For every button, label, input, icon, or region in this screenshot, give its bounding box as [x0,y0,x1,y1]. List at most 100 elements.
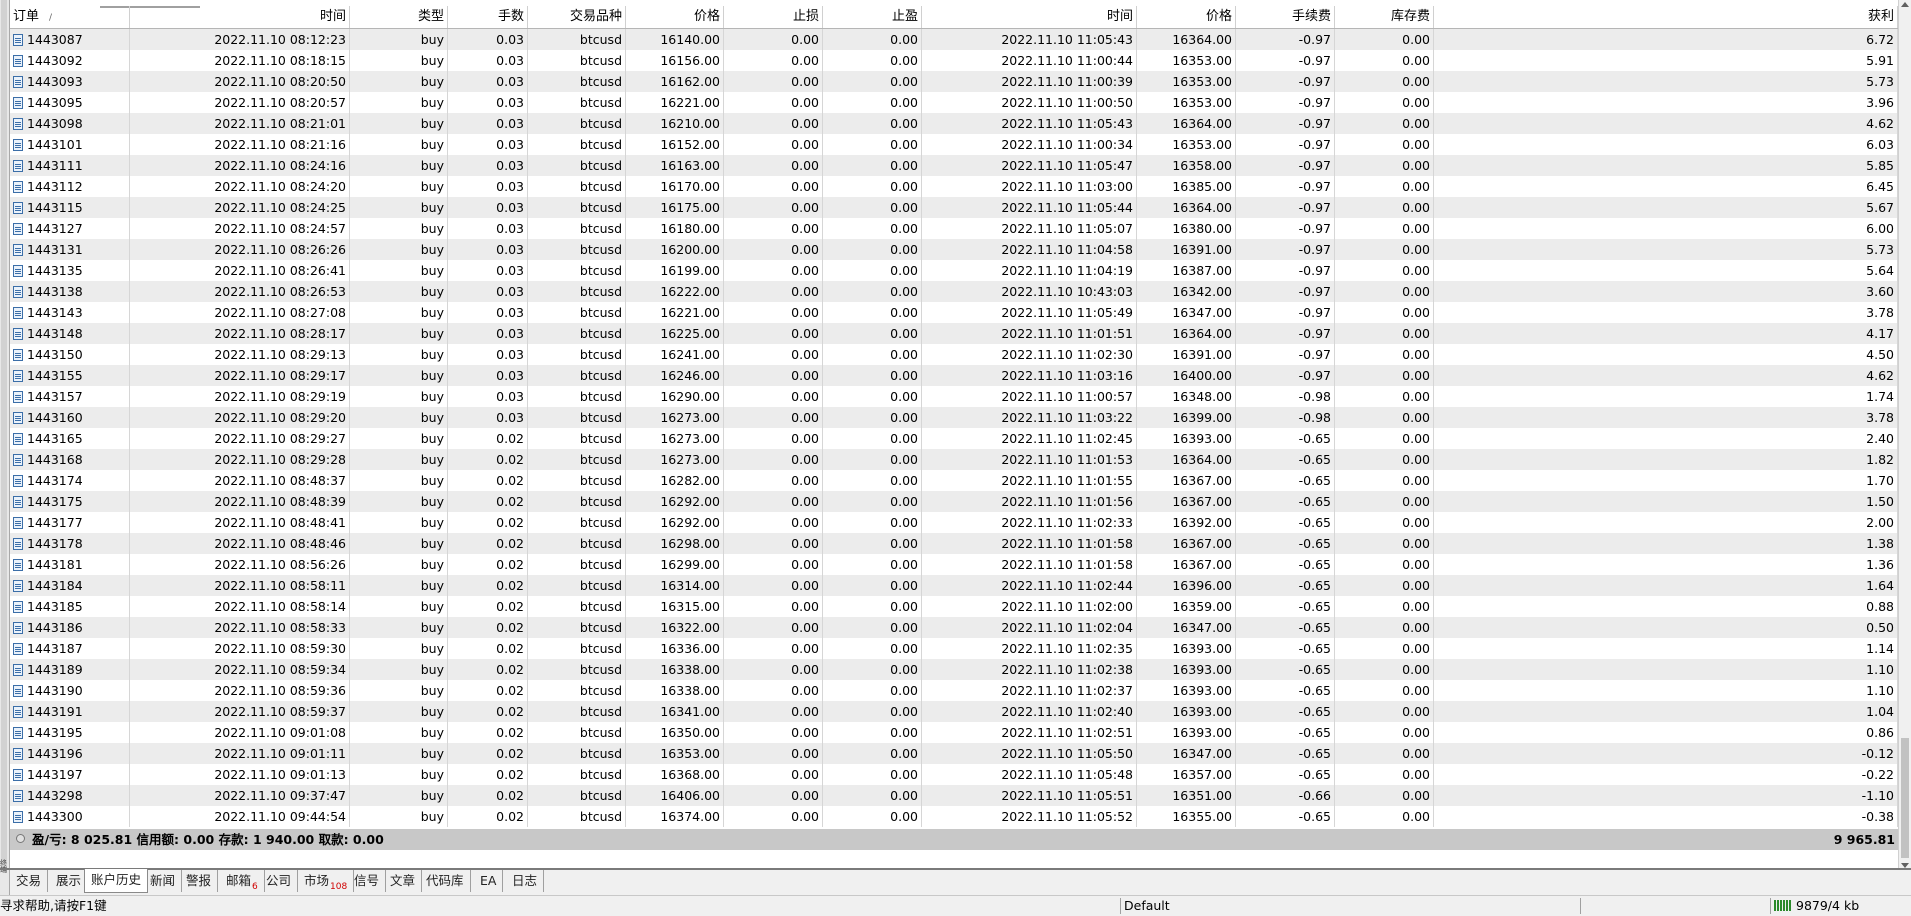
column-header-tp[interactable]: 止盈 [823,6,922,28]
table-row[interactable]: 1443165 2022.11.10 08:29:27 buy 0.02 btcusd 1… [10,428,1898,449]
cell-close-time: 2022.11.10 11:02:00 [922,596,1137,617]
terminal-side-strip-handle[interactable] [1,0,7,870]
scroll-up-icon[interactable] [1901,2,1909,7]
table-row[interactable]: 1443177 2022.11.10 08:48:41 buy 0.02 btcusd 1… [10,512,1898,533]
column-header-open-time[interactable]: 时间 [130,6,350,28]
cell-value: 0.00 [1402,242,1430,257]
table-row[interactable]: 1443298 2022.11.10 09:37:47 buy 0.02 btcusd 1… [10,785,1898,806]
cell-value: buy [420,389,444,404]
table-row[interactable]: 1443150 2022.11.10 08:29:13 buy 0.03 btcusd 1… [10,344,1898,365]
tab-12[interactable]: EA [474,870,504,892]
tab-label: 信号 [354,873,380,888]
tab-5[interactable]: 警报 [180,870,219,892]
table-row[interactable]: 1443300 2022.11.10 09:44:54 buy 0.02 btcusd 1… [10,806,1898,827]
table-row[interactable]: 1443148 2022.11.10 08:28:17 buy 0.03 btcusd 1… [10,323,1898,344]
table-row[interactable]: 1443093 2022.11.10 08:20:50 buy 0.03 btcusd 1… [10,71,1898,92]
table-row[interactable]: 1443160 2022.11.10 08:29:20 buy 0.03 btcusd 1… [10,407,1898,428]
tab-11[interactable]: 代码库 [420,870,471,892]
table-row[interactable]: 1443191 2022.11.10 08:59:37 buy 0.02 btcusd 1… [10,701,1898,722]
column-header-lots[interactable]: 手数 [448,6,528,28]
tab-13[interactable]: 日志 [506,870,545,892]
table-row[interactable]: 1443178 2022.11.10 08:48:46 buy 0.02 btcusd 1… [10,533,1898,554]
tab-3[interactable]: 账户历史 [84,869,149,893]
cell-close-price: 16359.00 [1137,596,1236,617]
column-header-close-time[interactable]: 时间 [922,6,1137,28]
column-header-profit[interactable]: 获利 [1434,6,1898,28]
cell-close-price: 16367.00 [1137,491,1236,512]
table-row[interactable]: 1443138 2022.11.10 08:26:53 buy 0.03 btcusd 1… [10,281,1898,302]
cell-open-time: 2022.11.10 08:59:36 [130,680,350,701]
table-row[interactable]: 1443186 2022.11.10 08:58:33 buy 0.02 btcusd 1… [10,617,1898,638]
table-row[interactable]: 1443174 2022.11.10 08:48:37 buy 0.02 btcusd 1… [10,470,1898,491]
table-row[interactable]: 1443187 2022.11.10 08:59:30 buy 0.02 btcusd 1… [10,638,1898,659]
column-header-swap[interactable]: 库存费 [1335,6,1434,28]
table-row[interactable]: 1443197 2022.11.10 09:01:13 buy 0.02 btcusd 1… [10,764,1898,785]
vertical-scrollbar[interactable] [1898,0,1911,870]
table-row[interactable]: 1443087 2022.11.10 08:12:23 buy 0.03 btcusd 1… [10,29,1898,50]
cell-value: 1443157 [27,389,83,404]
column-header-order[interactable]: 订单 / [10,6,130,28]
table-row[interactable]: 1443115 2022.11.10 08:24:25 buy 0.03 btcusd 1… [10,197,1898,218]
cell-lots: 0.03 [448,323,528,344]
cell-commission: -0.97 [1236,92,1335,113]
cell-value: 2022.11.10 11:01:58 [1001,536,1133,551]
column-header-sl[interactable]: 止损 [724,6,823,28]
cell-tp: 0.00 [823,575,922,596]
cell-lots: 0.02 [448,722,528,743]
column-header-symbol[interactable]: 交易品种 [528,6,626,28]
cell-value: 0.00 [1402,284,1430,299]
table-row[interactable]: 1443189 2022.11.10 08:59:34 buy 0.02 btcusd 1… [10,659,1898,680]
table-row[interactable]: 1443185 2022.11.10 08:58:14 buy 0.02 btcusd 1… [10,596,1898,617]
cell-lots: 0.03 [448,92,528,113]
tab-2[interactable]: 展示 [50,870,89,892]
table-row[interactable]: 1443092 2022.11.10 08:18:15 buy 0.03 btcusd 1… [10,50,1898,71]
status-separator [1580,898,1581,914]
table-row[interactable]: 1443111 2022.11.10 08:24:16 buy 0.03 btcusd 1… [10,155,1898,176]
table-row[interactable]: 1443175 2022.11.10 08:48:39 buy 0.02 btcusd 1… [10,491,1898,512]
table-row[interactable]: 1443098 2022.11.10 08:21:01 buy 0.03 btcusd 1… [10,113,1898,134]
scroll-thumb[interactable] [1901,738,1909,858]
cell-swap: 0.00 [1335,197,1434,218]
table-row[interactable]: 1443195 2022.11.10 09:01:08 buy 0.02 btcusd 1… [10,722,1898,743]
cell-value: 2022.11.10 09:37:47 [214,788,346,803]
cell-lots: 0.03 [448,155,528,176]
table-row[interactable]: 1443101 2022.11.10 08:21:16 buy 0.03 btcusd 1… [10,134,1898,155]
column-header-close-price[interactable]: 价格 [1137,6,1236,28]
table-row[interactable]: 1443095 2022.11.10 08:20:57 buy 0.03 btcusd 1… [10,92,1898,113]
column-header-commission[interactable]: 手续费 [1236,6,1335,28]
cell-value: 2022.11.10 11:01:58 [1001,557,1133,572]
cell-value: 2022.11.10 08:26:53 [214,284,346,299]
table-row[interactable]: 1443135 2022.11.10 08:26:41 buy 0.03 btcusd 1… [10,260,1898,281]
cell-value: 0.03 [496,95,524,110]
cell-swap: 0.00 [1335,701,1434,722]
cell-sl: 0.00 [724,176,823,197]
cell-symbol: btcusd [528,260,626,281]
tab-6[interactable]: 邮箱6 [220,870,265,892]
table-row[interactable]: 1443196 2022.11.10 09:01:11 buy 0.02 btcusd 1… [10,743,1898,764]
cell-value: 3.96 [1866,95,1894,110]
table-row[interactable]: 1443157 2022.11.10 08:29:19 buy 0.03 btcusd 1… [10,386,1898,407]
cell-value: -0.65 [1298,767,1331,782]
table-row[interactable]: 1443168 2022.11.10 08:29:28 buy 0.02 btcusd 1… [10,449,1898,470]
table-row[interactable]: 1443131 2022.11.10 08:26:26 buy 0.03 btcusd 1… [10,239,1898,260]
column-header-open-price[interactable]: 价格 [626,6,724,28]
tab-7[interactable]: 公司 [260,870,299,892]
column-header-type[interactable]: 类型 [350,6,448,28]
tab-9[interactable]: 信号 [348,870,387,892]
table-row[interactable]: 1443184 2022.11.10 08:58:11 buy 0.02 btcusd 1… [10,575,1898,596]
tab-8[interactable]: 市场108 [298,870,355,892]
tab-1[interactable]: 交易 [10,870,49,892]
table-row[interactable]: 1443143 2022.11.10 08:27:08 buy 0.03 btcusd 1… [10,302,1898,323]
cell-sl: 0.00 [724,407,823,428]
table-row[interactable]: 1443181 2022.11.10 08:56:26 buy 0.02 btcusd 1… [10,554,1898,575]
cell-value: 0.00 [890,347,918,362]
table-row[interactable]: 1443112 2022.11.10 08:24:20 buy 0.03 btcusd 1… [10,176,1898,197]
cell-value: 0.00 [791,158,819,173]
table-row[interactable]: 1443190 2022.11.10 08:59:36 buy 0.02 btcusd 1… [10,680,1898,701]
table-row[interactable]: 1443155 2022.11.10 08:29:17 buy 0.03 btcusd 1… [10,365,1898,386]
table-row[interactable]: 1443127 2022.11.10 08:24:57 buy 0.03 btcusd 1… [10,218,1898,239]
tab-4[interactable]: 新闻 [144,870,183,892]
cell-value: btcusd [579,95,622,110]
tab-10[interactable]: 文章 [384,870,423,892]
tab-badge: 6 [252,882,258,892]
